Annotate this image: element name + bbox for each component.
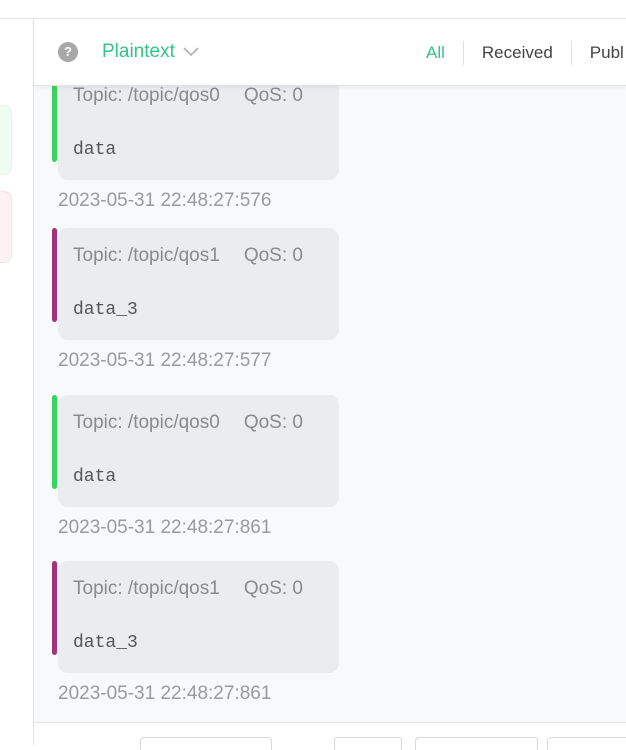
message-timestamp: 2023-05-31 22:48:27:577 <box>58 350 272 371</box>
message-payload: data_3 <box>73 633 138 653</box>
payload-format-select[interactable]: Plaintext <box>102 39 199 65</box>
question-circle-icon[interactable]: ? <box>58 42 78 62</box>
message-topic: Topic: /topic/qos0 <box>73 85 220 106</box>
message-topic: Topic: /topic/qos0 <box>73 412 220 433</box>
topic-color-bar <box>52 561 57 655</box>
payload-format-value: Plaintext <box>102 41 175 62</box>
tab-published[interactable]: Publ <box>572 41 626 65</box>
message-payload: data <box>73 467 117 487</box>
message-meta: Topic: /topic/qos1 QoS: 0 <box>73 578 303 600</box>
chevron-down-icon <box>183 47 199 57</box>
message-panel: Topic: /topic/qos0 QoS: 0 data 2023-05-31… <box>34 19 626 750</box>
message-timestamp: 2023-05-31 22:48:27:861 <box>58 517 272 538</box>
connection-card-connected[interactable] <box>0 105 12 175</box>
window-top-border <box>0 0 626 19</box>
connection-card-disconnected[interactable] <box>0 191 12 263</box>
tab-received[interactable]: Received <box>464 41 571 65</box>
message-toolbar: ? Plaintext All Received Publ <box>34 19 626 86</box>
topic-color-bar <box>52 228 57 322</box>
message-meta: Topic: /topic/qos1 QoS: 0 <box>73 245 303 267</box>
message-topic: Topic: /topic/qos1 <box>73 578 220 599</box>
message-qos: QoS: 0 <box>243 85 303 106</box>
publish-bar-control[interactable] <box>415 737 538 750</box>
tab-all[interactable]: All <box>414 41 463 65</box>
message-qos: QoS: 0 <box>243 412 303 433</box>
connections-panel <box>0 19 34 745</box>
message-meta: Topic: /topic/qos0 QoS: 0 <box>73 412 303 434</box>
topic-color-bar <box>52 395 57 489</box>
message-qos: QoS: 0 <box>243 245 303 266</box>
message-meta: Topic: /topic/qos0 QoS: 0 <box>73 85 303 107</box>
publish-bar-control[interactable] <box>140 737 272 750</box>
message-timestamp: 2023-05-31 22:48:27:861 <box>58 683 272 704</box>
message-topic: Topic: /topic/qos1 <box>73 245 220 266</box>
publish-bar-control[interactable] <box>547 737 626 750</box>
message-payload: data <box>73 140 117 160</box>
message-filter-tabs: All Received Publ <box>414 41 626 65</box>
publish-bar <box>34 722 626 750</box>
message-payload: data_3 <box>73 300 138 320</box>
message-timestamp: 2023-05-31 22:48:27:576 <box>58 190 272 211</box>
publish-bar-control[interactable] <box>334 737 402 750</box>
message-qos: QoS: 0 <box>243 578 303 599</box>
message-list[interactable]: Topic: /topic/qos0 QoS: 0 data 2023-05-31… <box>34 19 626 719</box>
